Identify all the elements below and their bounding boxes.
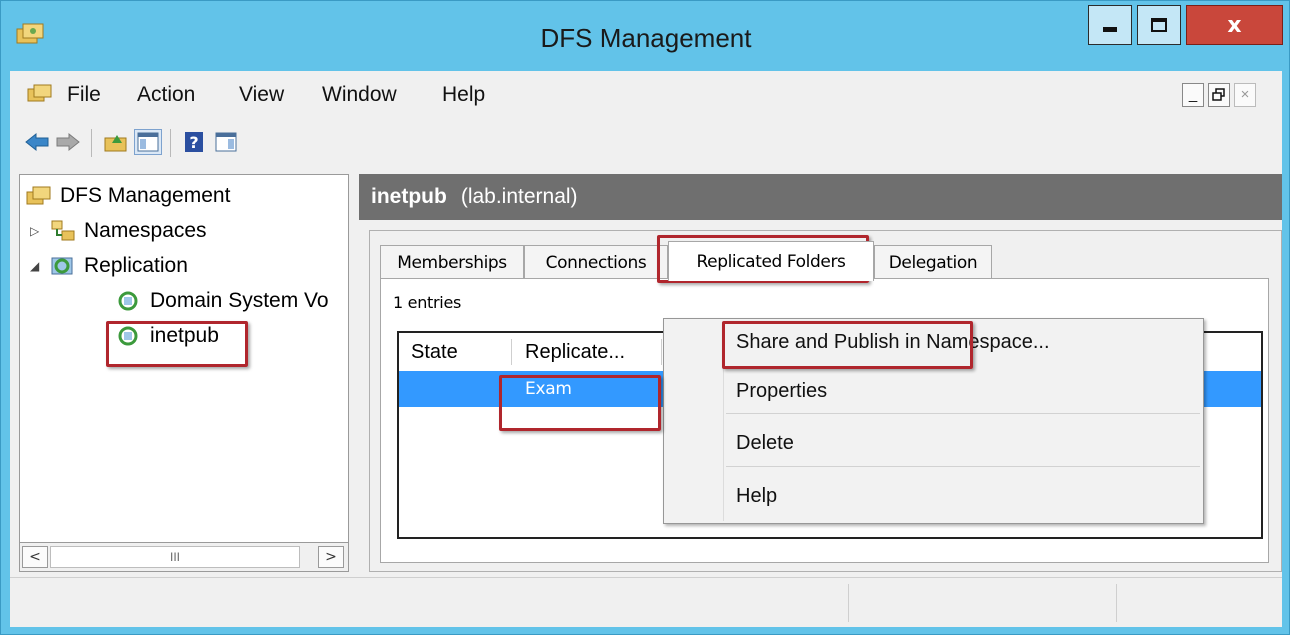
toolbar: ? bbox=[10, 117, 1282, 167]
menu-bar: File Action View Window Help _ × bbox=[10, 71, 1282, 117]
svg-text:?: ? bbox=[189, 133, 198, 152]
pane-subtitle: (lab.internal) bbox=[460, 185, 578, 208]
scroll-left-button[interactable]: < bbox=[22, 546, 48, 568]
toolbar-separator bbox=[170, 129, 171, 157]
collapse-icon[interactable]: ◢ bbox=[30, 259, 44, 273]
dfs-management-window: DFS Management x File Action View Window… bbox=[0, 0, 1290, 635]
entries-count: 1 entries bbox=[393, 293, 462, 312]
column-replicated-folder[interactable]: Replicate... bbox=[513, 333, 663, 371]
mdi-restore-button[interactable] bbox=[1208, 83, 1230, 107]
tab-connections[interactable]: Connections bbox=[524, 245, 668, 279]
minimize-icon bbox=[1103, 26, 1117, 32]
replication-group-icon bbox=[118, 326, 138, 346]
tree-item-label: Namespaces bbox=[84, 219, 207, 242]
menu-item-share-and-publish[interactable]: Share and Publish in Namespace... bbox=[736, 331, 1050, 354]
back-arrow-icon[interactable] bbox=[23, 129, 51, 155]
menu-item-help[interactable]: Help bbox=[736, 485, 777, 508]
tree-item-label: inetpub bbox=[150, 324, 219, 347]
context-menu: Share and Publish in Namespace... Proper… bbox=[663, 318, 1204, 524]
menu-file[interactable]: File bbox=[67, 83, 101, 107]
replication-icon bbox=[51, 257, 73, 275]
close-button[interactable]: x bbox=[1186, 5, 1283, 45]
pane-header: inetpub (lab.internal) bbox=[359, 174, 1282, 220]
show-hide-action-pane-icon[interactable] bbox=[212, 129, 240, 155]
tree-item-namespaces[interactable]: ▷ Namespaces bbox=[30, 216, 207, 246]
mdi-minimize-button[interactable]: _ bbox=[1182, 83, 1204, 107]
console-tree[interactable]: DFS Management ▷ Namespaces ◢ Replicatio… bbox=[19, 174, 349, 564]
menu-view[interactable]: View bbox=[239, 83, 284, 107]
tree-item-inetpub[interactable]: inetpub bbox=[116, 321, 219, 351]
status-separator bbox=[1116, 584, 1117, 622]
expand-icon[interactable]: ▷ bbox=[30, 224, 44, 238]
tree-item-replication[interactable]: ◢ Replication bbox=[30, 251, 188, 281]
column-separator[interactable] bbox=[661, 339, 662, 365]
namespaces-icon bbox=[51, 220, 75, 241]
tree-item-dfs-management[interactable]: DFS Management bbox=[26, 181, 230, 211]
dfs-management-icon bbox=[26, 186, 51, 205]
tab-memberships[interactable]: Memberships bbox=[380, 245, 524, 279]
status-separator bbox=[848, 584, 849, 622]
maximize-button[interactable] bbox=[1137, 5, 1181, 45]
menu-help[interactable]: Help bbox=[442, 83, 485, 107]
close-icon: x bbox=[1227, 12, 1242, 38]
scroll-thumb[interactable]: III bbox=[50, 546, 300, 568]
help-icon[interactable]: ? bbox=[180, 129, 208, 155]
toolbar-separator bbox=[91, 129, 92, 157]
column-state[interactable]: State bbox=[399, 333, 511, 371]
column-separator[interactable] bbox=[511, 339, 512, 365]
scroll-right-button[interactable]: > bbox=[318, 546, 344, 568]
document-icon[interactable] bbox=[27, 83, 53, 105]
tree-item-domain-system-volume[interactable]: Domain System Vo bbox=[116, 286, 329, 316]
status-bar bbox=[10, 577, 1282, 627]
menu-gutter bbox=[723, 321, 724, 521]
tab-delegation[interactable]: Delegation bbox=[874, 245, 992, 279]
pane-title: inetpub bbox=[371, 185, 447, 208]
menu-separator bbox=[726, 466, 1200, 467]
menu-separator bbox=[726, 413, 1200, 414]
replicated-folder-cell[interactable]: Exam bbox=[525, 379, 572, 399]
tree-horizontal-scrollbar[interactable]: < III > bbox=[19, 542, 349, 572]
minimize-button[interactable] bbox=[1088, 5, 1132, 45]
replication-group-icon bbox=[118, 291, 138, 311]
forward-arrow-icon[interactable] bbox=[54, 129, 82, 155]
maximize-icon bbox=[1151, 18, 1167, 32]
title-bar[interactable]: DFS Management x bbox=[1, 1, 1290, 67]
menu-action[interactable]: Action bbox=[137, 83, 195, 107]
up-folder-icon[interactable] bbox=[102, 129, 130, 155]
menu-item-properties[interactable]: Properties bbox=[736, 380, 827, 403]
tab-replicated-folders[interactable]: Replicated Folders bbox=[668, 241, 874, 281]
mdi-close-button[interactable]: × bbox=[1234, 83, 1256, 107]
tree-item-label: DFS Management bbox=[60, 184, 231, 207]
restore-icon bbox=[1212, 88, 1225, 101]
menu-item-delete[interactable]: Delete bbox=[736, 432, 794, 455]
show-hide-console-tree-icon[interactable] bbox=[134, 129, 162, 155]
tree-item-label: Domain System Vo bbox=[150, 289, 329, 312]
tree-item-label: Replication bbox=[84, 254, 188, 277]
menu-window[interactable]: Window bbox=[322, 83, 397, 107]
